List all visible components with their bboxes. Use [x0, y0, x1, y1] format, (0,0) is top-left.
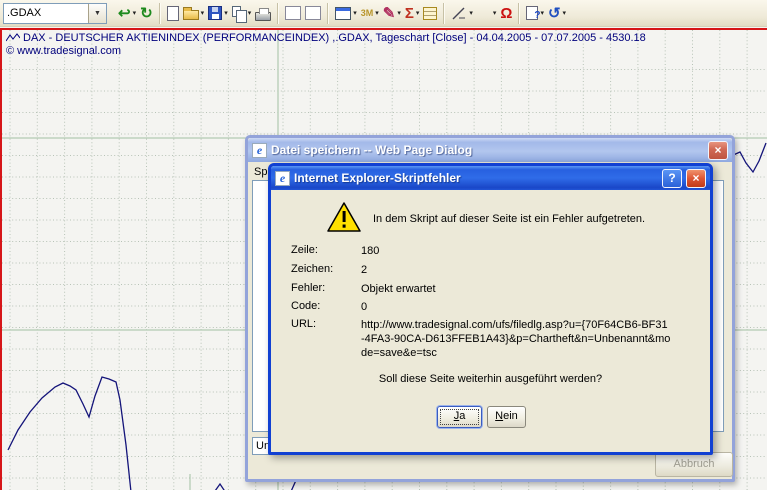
window-layout-icon[interactable]: ▾	[333, 1, 359, 25]
chevron-down-icon: ▾	[397, 10, 401, 17]
copy-icon[interactable]: ▾	[230, 1, 254, 25]
error-row-error: Fehler: Objekt erwartet	[291, 282, 436, 295]
chart-title-row: DAX - DEUTSCHER AKTIENINDEX (PERFORMANCE…	[6, 32, 646, 44]
print-icon[interactable]	[253, 1, 273, 25]
error-row-url: URL: http://www.tradesignal.com/ufs/filed…	[291, 318, 671, 359]
chevron-down-icon: ▾	[200, 10, 205, 17]
open-folder-icon[interactable]: ▾	[181, 1, 207, 25]
save-dialog-clipped-label: Sp	[254, 166, 268, 178]
chevron-down-icon: ▾	[375, 10, 379, 17]
error-row-char: Zeichen: 2	[291, 263, 368, 276]
help-icon[interactable]: ?	[662, 168, 682, 188]
script-icon[interactable]: ? ▾	[524, 1, 546, 25]
draw-line-icon[interactable]: ▾	[449, 1, 475, 25]
new-document-icon[interactable]	[165, 1, 181, 25]
toolbar-separator	[158, 2, 161, 24]
no-button[interactable]: Nein	[487, 406, 526, 428]
magnet-icon[interactable]: Ω	[498, 1, 514, 25]
pointer-icon[interactable]: ▾	[475, 1, 499, 25]
chevron-down-icon: ▾	[132, 10, 137, 17]
chevron-down-icon: ▾	[415, 10, 420, 17]
combobox-dropdown-icon[interactable]: ▼	[88, 3, 106, 23]
close-icon[interactable]: ×	[708, 140, 728, 160]
error-row-code: Code: 0	[291, 300, 368, 313]
reset-icon[interactable]: ↺ ▾	[546, 1, 568, 25]
internet-explorer-icon: e	[252, 142, 267, 158]
chevron-down-icon: ▾	[353, 10, 357, 17]
chevron-down-icon: ▾	[247, 10, 252, 17]
toolbar-buttons: ↩ ▾ ↻ ▾ ▾ ▾ ▾ 3M ▾ ✎ ▾ Σ ▾ ▾ ▾ Ω? ▾ ↺ ▾	[116, 1, 568, 25]
error-dialog-title: Internet Explorer-Skriptfehler	[294, 171, 461, 185]
chevron-down-icon: ▾	[492, 10, 497, 17]
cancel-button[interactable]: Abbruch	[655, 452, 733, 477]
toolbar-separator	[443, 2, 446, 24]
chevron-down-icon: ▾	[540, 10, 544, 17]
chevron-down-icon: ▾	[224, 10, 228, 17]
error-dialog-body: In dem Skript auf dieser Seite ist ein F…	[271, 190, 710, 452]
indicator-pen-icon[interactable]: ✎ ▾	[381, 1, 403, 25]
save-dialog-titlebar[interactable]: e Datei speichern -- Web Page Dialog ×	[248, 138, 732, 162]
error-message: In dem Skript auf dieser Seite ist ein F…	[373, 213, 646, 225]
continue-question: Soll diese Seite weiterhin ausgeführt we…	[378, 373, 603, 385]
chevron-down-icon: ▾	[562, 10, 567, 17]
yes-button[interactable]: Ja	[437, 406, 482, 428]
chart-red-icon[interactable]	[283, 1, 303, 25]
error-dialog-titlebar[interactable]: e Internet Explorer-Skriptfehler ? ×	[271, 166, 710, 190]
zigzag-line-icon	[6, 33, 20, 42]
chart-title: DAX - DEUTSCHER AKTIENINDEX (PERFORMANCE…	[23, 32, 646, 44]
save-icon[interactable]: ▾	[206, 1, 230, 25]
save-dialog-title: Datei speichern -- Web Page Dialog	[271, 143, 473, 157]
internet-explorer-icon: e	[275, 170, 290, 186]
chart-blue-icon[interactable]	[303, 1, 323, 25]
strategy-sigma-icon[interactable]: Σ ▾	[403, 1, 422, 25]
properties-icon[interactable]	[421, 1, 439, 25]
refresh-icon[interactable]: ↻	[138, 1, 155, 25]
back-icon[interactable]: ↩ ▾	[116, 1, 138, 25]
toolbar-separator	[277, 2, 280, 24]
timeframe-3m-icon[interactable]: 3M ▾	[359, 1, 381, 25]
toolbar-separator	[327, 2, 330, 24]
symbol-combobox-value: .GDAX	[7, 6, 42, 19]
symbol-combobox[interactable]: .GDAX ▼	[3, 2, 107, 24]
application-window: .GDAX ▼ ↩ ▾ ↻ ▾ ▾ ▾ ▾ 3M ▾ ✎ ▾ Σ ▾ ▾ ▾ Ω? ▾ ↺ ▾ DAX - DEUT…	[0, 0, 767, 490]
chevron-down-icon: ▾	[469, 10, 473, 17]
error-row-line: Zeile: 180	[291, 244, 380, 257]
toolbar-separator	[518, 2, 521, 24]
close-icon[interactable]: ×	[686, 168, 706, 188]
script-error-dialog: e Internet Explorer-Skriptfehler ? × In …	[268, 163, 713, 455]
chart-watermark: © www.tradesignal.com	[6, 45, 122, 57]
warning-icon	[327, 202, 361, 232]
main-toolbar: .GDAX ▼ ↩ ▾ ↻ ▾ ▾ ▾ ▾ 3M ▾ ✎ ▾ Σ ▾ ▾ ▾ Ω? ▾ ↺ ▾	[0, 0, 767, 27]
